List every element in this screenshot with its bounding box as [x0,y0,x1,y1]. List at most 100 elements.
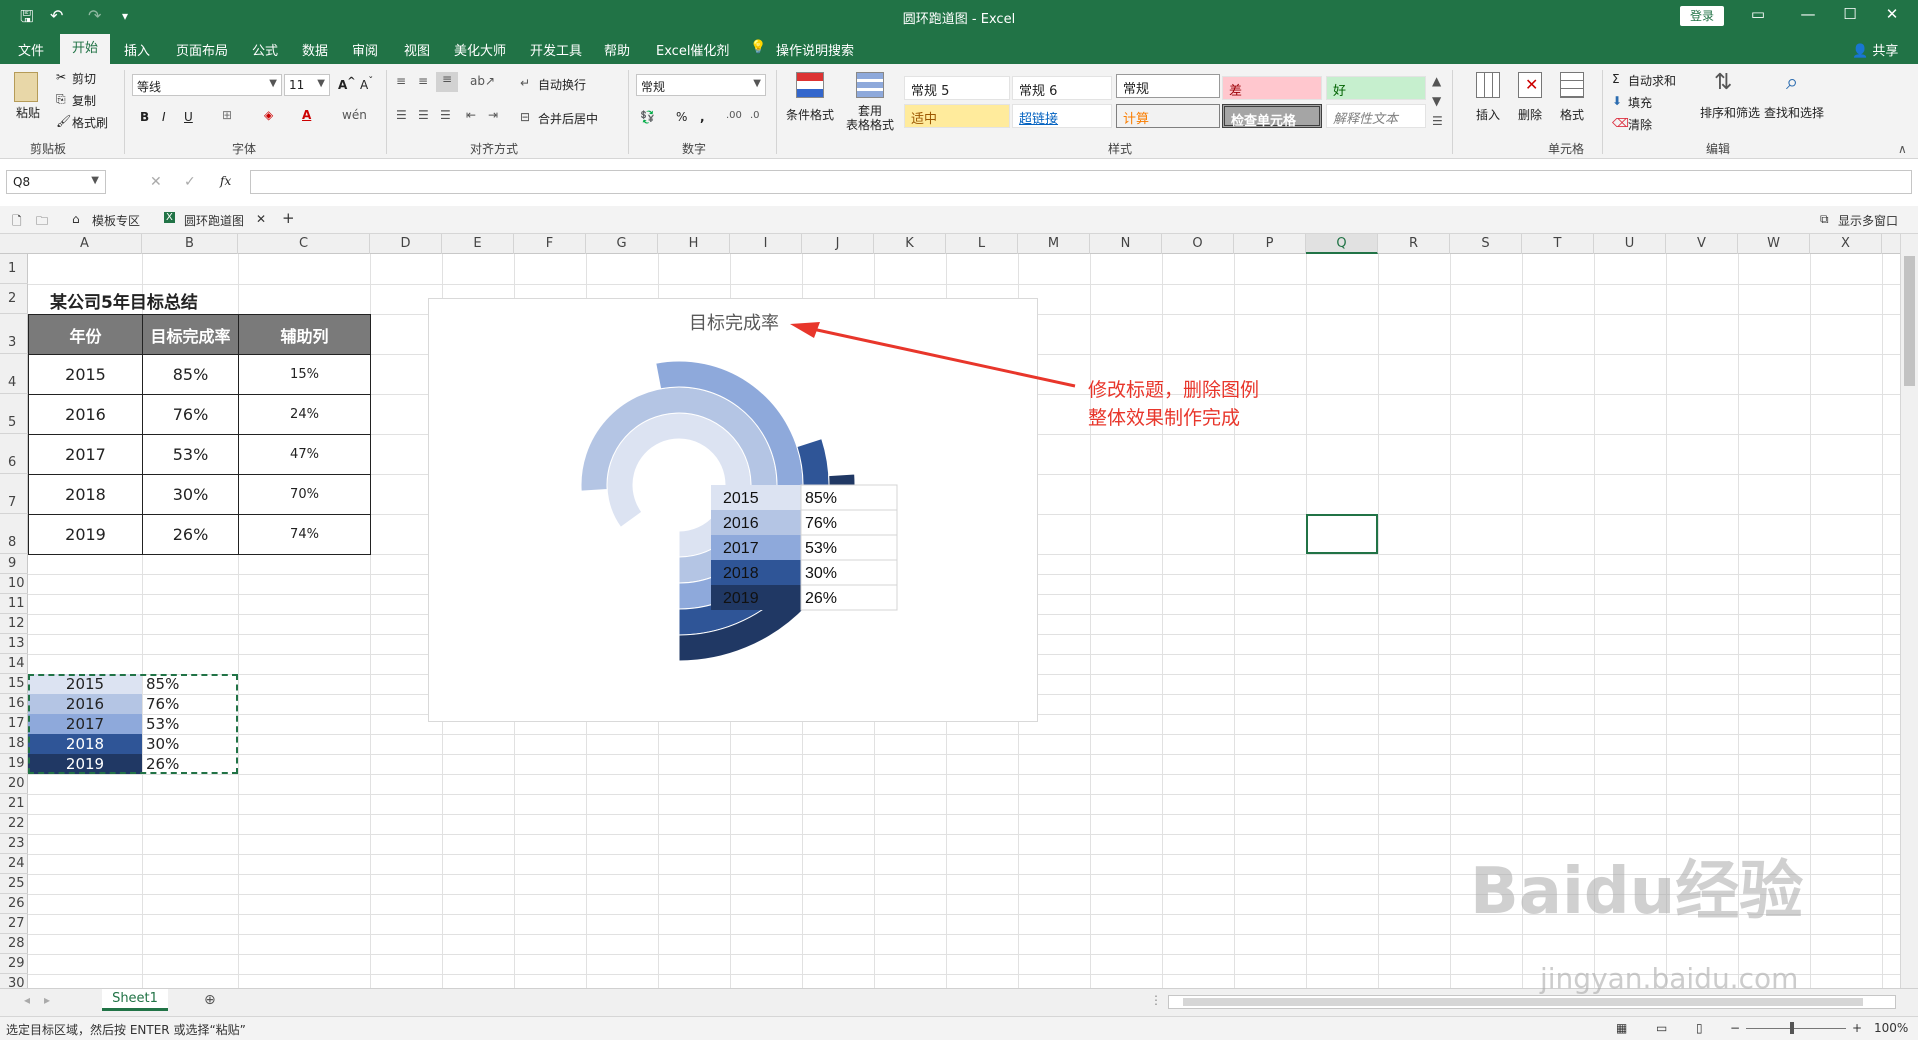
table-cell[interactable]: 76% [142,394,239,435]
paste-button[interactable]: 粘贴 [16,104,40,121]
zoom-level[interactable]: 100% [1874,1021,1908,1035]
ribbon-display-icon[interactable]: ▭ [1738,5,1778,23]
tab-data[interactable]: 数据 [302,40,328,59]
fill-icon[interactable]: ⬇ [1612,94,1622,108]
scroll-thumb[interactable] [1904,256,1915,386]
column-header-A[interactable]: A [28,234,142,254]
page-break-view-icon[interactable]: ▯ [1696,1021,1703,1035]
tab-view[interactable]: 视图 [404,40,430,59]
clear-button[interactable]: 清除 [1628,116,1652,133]
style-good[interactable]: 好 [1326,76,1426,100]
insert-cells-button[interactable]: 插入 [1476,106,1500,123]
styles-more-icon[interactable]: ☰ [1432,114,1443,128]
format-as-table-button[interactable]: 套用 表格格式 [846,104,894,132]
italic-icon[interactable]: I [162,110,166,124]
align-left-icon[interactable]: ☰ [396,108,407,122]
collapse-ribbon-icon[interactable]: ∧ [1898,142,1907,156]
row-header-20[interactable]: 20 [0,774,28,794]
close-icon[interactable]: ✕ [1872,5,1912,23]
column-header-N[interactable]: N [1090,234,1162,254]
table-cell[interactable]: 2017 [28,434,143,475]
column-header-Q[interactable]: Q [1306,234,1378,254]
close-tab-icon[interactable]: ✕ [256,212,266,226]
find-select-button[interactable]: 查找和选择 [1764,104,1824,121]
column-header-T[interactable]: T [1522,234,1594,254]
column-header-O[interactable]: O [1162,234,1234,254]
style-normal-5[interactable]: 常规 5 [904,76,1010,100]
copy-icon[interactable]: ⎘ [56,92,66,107]
share-button[interactable]: 👤 共享 [1852,40,1898,59]
column-header-H[interactable]: H [658,234,730,254]
table-header-cell[interactable]: 辅助列 [238,314,371,355]
underline-icon[interactable]: U [184,110,193,124]
zoom-slider[interactable] [1746,1028,1846,1029]
tab-home[interactable]: 开始 [60,34,111,64]
grow-font-icon[interactable]: A^ [338,76,356,92]
table-cell[interactable]: 2018 [28,474,143,515]
column-header-E[interactable]: E [442,234,514,254]
row-header-13[interactable]: 13 [0,634,28,654]
merge-center-icon[interactable]: ⊟ [520,110,530,124]
row-header-14[interactable]: 14 [0,654,28,674]
maximize-icon[interactable]: ☐ [1830,5,1870,23]
format-cells-button[interactable]: 格式 [1560,106,1584,123]
tab-file[interactable]: 文件 [18,40,44,59]
paste-icon[interactable] [14,72,38,102]
tell-me-search[interactable]: 操作说明搜索 [776,40,854,59]
align-middle-icon[interactable]: ≡ [418,74,428,88]
row-header-8[interactable]: 8 [0,514,28,554]
font-size-combo[interactable]: 11 ▼ [284,74,330,96]
tab-excel-catalyst[interactable]: Excel催化剂 [656,40,729,59]
column-header-X[interactable]: X [1810,234,1882,254]
cancel-icon[interactable]: ✕ [150,174,162,190]
row-header-17[interactable]: 17 [0,714,28,734]
column-header-V[interactable]: V [1666,234,1738,254]
style-normal[interactable]: 常规 [1116,74,1220,98]
cut-button[interactable]: 剪切 [72,70,96,87]
tab-beautify[interactable]: 美化大师 [454,40,506,59]
tab-page-layout[interactable]: 页面布局 [176,40,228,59]
vertical-scrollbar[interactable] [1900,234,1918,988]
row-header-18[interactable]: 18 [0,734,28,754]
row-header-21[interactable]: 21 [0,794,28,814]
autosum-button[interactable]: 自动求和 [1628,72,1676,89]
table-cell[interactable]: 85% [142,354,239,395]
autosum-icon[interactable]: Σ [1612,72,1620,86]
row-header-25[interactable]: 25 [0,874,28,894]
row-header-6[interactable]: 6 [0,434,28,474]
copy-button[interactable]: 复制 [72,92,96,109]
align-top-icon[interactable]: ≡ [396,74,406,88]
borders-icon[interactable]: ⊞ [222,108,232,122]
cut-icon[interactable]: ✂ [56,70,66,84]
table-cell[interactable]: 15% [238,354,371,395]
new-tab-icon[interactable]: + [282,209,295,227]
format-painter-icon[interactable]: 🖌 [56,114,71,128]
font-name-combo[interactable]: 等线 ▼ [132,74,282,96]
format-painter-button[interactable]: 格式刷 [72,114,108,131]
table-cell[interactable]: 2016 [28,394,143,435]
column-header-U[interactable]: U [1594,234,1666,254]
wrap-text-icon[interactable]: ↵ [520,76,530,90]
column-header-L[interactable]: L [946,234,1018,254]
tab-insert[interactable]: 插入 [124,40,150,59]
shrink-font-icon[interactable]: Aˇ [360,76,373,92]
multi-window-button[interactable]: 显示多窗口 [1838,212,1898,229]
column-header-S[interactable]: S [1450,234,1522,254]
next-sheet-icon[interactable]: ▸ [44,993,50,1007]
table-cell[interactable]: 47% [238,434,371,475]
table-cell[interactable]: 26% [142,514,239,555]
comma-icon[interactable]: , [700,110,705,124]
active-cell-q8[interactable] [1306,514,1378,554]
align-center-icon[interactable]: ☰ [418,108,429,122]
delete-cells-icon[interactable]: ✕ [1518,72,1542,98]
row-header-12[interactable]: 12 [0,614,28,634]
row-header-10[interactable]: 10 [0,574,28,594]
row-header-24[interactable]: 24 [0,854,28,874]
bold-icon[interactable]: B [140,110,149,124]
number-format-combo[interactable]: 常规 ▼ [636,74,766,96]
row-header-23[interactable]: 23 [0,834,28,854]
home-icon[interactable]: ⌂ [72,212,80,226]
column-header-C[interactable]: C [238,234,370,254]
row-header-30[interactable]: 30 [0,974,28,988]
sort-filter-button[interactable]: 排序和筛选 [1700,104,1760,121]
